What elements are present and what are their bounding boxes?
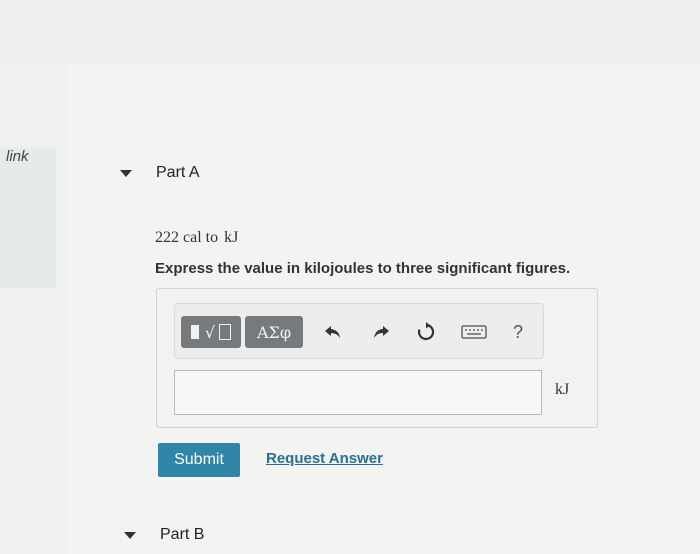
- redo-icon[interactable]: [368, 320, 394, 344]
- problem-text: 222 cal to: [155, 229, 219, 246]
- instruction-text: Express the value in kilojoules to three…: [155, 260, 571, 277]
- problem-statement: 222 cal to kJ: [155, 229, 238, 247]
- help-button[interactable]: ?: [505, 320, 531, 344]
- answer-input[interactable]: [174, 370, 542, 415]
- part-a-header[interactable]: Part A: [120, 164, 200, 182]
- template-square-icon: [190, 325, 199, 339]
- part-b-header[interactable]: Part B: [124, 526, 204, 544]
- request-answer-link[interactable]: Request Answer: [266, 450, 383, 467]
- greek-label: ΑΣφ: [256, 322, 292, 342]
- help-label: ?: [512, 321, 523, 342]
- template-box-icon: [219, 324, 232, 340]
- keyboard-icon[interactable]: [459, 320, 489, 344]
- top-band: [0, 0, 700, 64]
- problem-unit: kJ: [224, 229, 239, 246]
- radical-icon: √: [204, 322, 216, 342]
- reset-icon[interactable]: [413, 320, 439, 344]
- answer-box: √ ΑΣφ ? kJ: [156, 288, 598, 428]
- templates-button[interactable]: √: [181, 316, 241, 348]
- chevron-down-icon: [124, 531, 136, 539]
- answer-unit-label: kJ: [555, 381, 570, 398]
- chevron-down-icon: [120, 169, 132, 177]
- part-b-label: Part B: [160, 526, 205, 543]
- undo-icon[interactable]: [320, 320, 346, 344]
- left-panel: [0, 64, 68, 554]
- greek-symbols-button[interactable]: ΑΣφ: [245, 316, 303, 348]
- sidebar-link[interactable]: link: [0, 148, 56, 288]
- sidebar-link-label: link: [6, 148, 29, 165]
- math-toolbar: √ ΑΣφ ?: [174, 303, 544, 359]
- part-a-label: Part A: [156, 164, 200, 181]
- submit-button[interactable]: Submit: [158, 443, 240, 477]
